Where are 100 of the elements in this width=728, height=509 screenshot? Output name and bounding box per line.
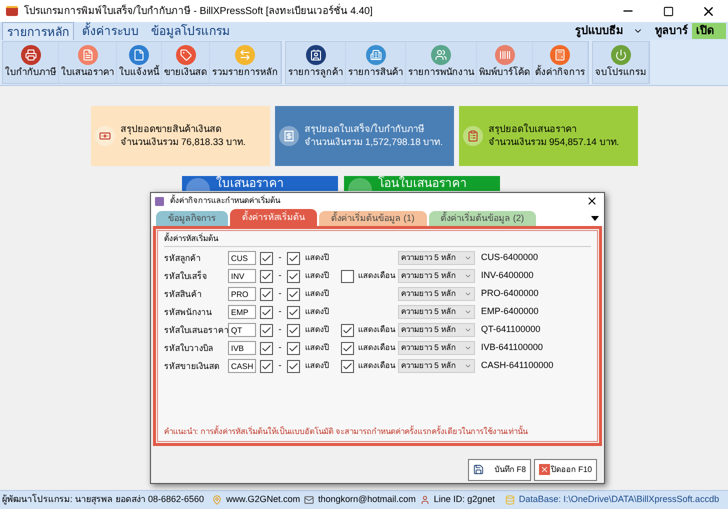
checkbox[interactable] [287,306,300,318]
caret-icon [464,344,472,352]
theme-dropdown[interactable]: รูปแบบธีม [575,22,643,40]
field-label: รหัสใบวางบิล [164,342,214,354]
toolbar-button[interactable]: พิมพ์บาร์โค้ด [477,42,533,83]
close-button[interactable]: ปิดออก F10 [534,458,597,480]
code-preview: INV-6400000 [481,269,534,282]
dropdown-arrow-icon[interactable] [591,216,599,221]
dialog-title: ตั้งค่ากิจการและกำหนดค่าเริ่มต้น [170,195,282,207]
toolbar-label: ทูลบาร์ [655,23,688,40]
checkbox[interactable] [287,270,300,282]
shortcut-card[interactable]: ใบเสนอราคา [182,176,338,191]
card-icon [462,126,482,146]
checkbox[interactable] [287,360,300,372]
checkbox[interactable] [341,270,354,282]
length-dropdown[interactable]: ความยาว 5 หลัก [398,287,475,301]
website-text: www.G2GNet.com [226,493,300,506]
save-button[interactable]: บันทึก F8 [468,458,531,480]
length-dropdown[interactable]: ความยาว 5 หลัก [398,323,475,337]
checkbox[interactable] [260,252,273,264]
field-label: รหัสลูกค้า [164,252,202,264]
dialog-tab[interactable]: ตั้งค่ารหัสเริ่มต้น [230,209,317,226]
checkbox[interactable] [260,342,273,354]
month-label: แสดงเดือน [358,342,395,354]
toolbar-button[interactable]: ใบเสนอราคา [59,42,117,83]
checkbox[interactable] [260,270,273,282]
code-preview: EMP-6400000 [481,305,539,318]
separator-text: - [278,251,282,264]
card-icon [348,178,372,191]
toolbar-button[interactable]: จบโปรแกรม [593,42,649,83]
separator-text: - [278,323,282,336]
checkbox[interactable] [260,360,273,372]
checkbox[interactable] [260,288,273,300]
toolbar-toggle[interactable]: เปิด [692,23,726,39]
toolbar-button[interactable]: รายการสินค้า [346,42,406,83]
code-preview: IVB-641100000 [481,341,543,354]
checkbox[interactable] [341,360,354,372]
mail-icon [304,495,314,505]
database-icon [504,495,515,505]
toolbar-button[interactable]: รวมรายการหลัก [210,42,281,83]
summary-card[interactable]: สรุปยอดใบเสร็จ/ใบกำกับภาษี จำนวนเงินรวม 1,572,798.18 บาท. [274,106,454,166]
developer-text: ผู้พัฒนาโปรแกรม: นายสุรพล ยอดสง่า 08-6862-6560 [2,493,204,506]
prefix-field[interactable]: EMP [228,305,256,319]
field-label: รหัสใบเสนอราคา [164,324,228,336]
dialog-icon [155,196,164,206]
toolbar-button[interactable]: ใบแจ้งหนี้ [117,42,162,83]
code-preview: CUS-6400000 [481,251,538,264]
database-path: DataBase: I:\OneDrive\DATA\BillXpressSoft.accdb [518,493,720,506]
app-icon [6,6,18,16]
length-dropdown[interactable]: ความยาว 5 หลัก [398,269,475,283]
toolbar-button[interactable]: รายการพนักงาน [406,42,477,83]
prefix-field[interactable]: CUS [228,251,256,265]
checkbox[interactable] [341,324,354,336]
year-label: แสดงปี [305,270,330,282]
month-label: แสดงเดือน [358,270,395,282]
field-label: รหัสขายเงินสด [164,360,221,372]
toolbar-button[interactable]: ขายเงินสด [162,42,210,83]
shortcut-label: ใบเสนอราคา [216,176,284,191]
summary-card[interactable]: สรุปยอดใบเสนอราคา จำนวนเงินรวม 954,857.14 บาท. [458,106,638,166]
dialog-tab[interactable]: ตั้งค่าเริ่มต้นข้อมูล (2) [428,211,536,226]
checkbox[interactable] [287,342,300,354]
checkbox[interactable] [287,288,300,300]
menu-tab[interactable]: ตั้งค่าระบบ [78,22,143,40]
checkbox[interactable] [260,306,273,318]
year-label: แสดงปี [305,360,330,372]
toolbar-button[interactable]: ใบกำกับภาษี [3,42,59,83]
prefix-field[interactable]: INV [228,269,256,283]
prefix-field[interactable]: QT [228,323,256,337]
prefix-field[interactable]: CASH [228,359,256,373]
summary-card[interactable]: สรุปยอดขายสินค้าเงินสด จำนวนเงินรวม 76,818.33 บาท. [90,106,270,166]
caret-icon [464,254,472,262]
checkbox[interactable] [287,324,300,336]
checkbox[interactable] [341,342,354,354]
prefix-field[interactable]: PRO [228,287,256,301]
length-dropdown[interactable]: ความยาว 5 หลัก [398,341,475,355]
maximize-icon[interactable] [663,6,674,16]
dialog-tab[interactable]: ข้อมูลกิจการ [156,211,228,226]
month-label: แสดงเดือน [358,324,395,336]
card-title: สรุปยอดใบเสร็จ/ใบกำกับภาษี [304,123,426,136]
length-dropdown[interactable]: ความยาว 5 หลัก [398,305,475,319]
caret-icon [464,290,472,298]
toolbar-button[interactable]: รายการลูกค้า [286,42,346,83]
pin-icon [212,495,222,505]
length-dropdown[interactable]: ความยาว 5 หลัก [398,251,475,265]
checkbox[interactable] [287,252,300,264]
menu-tab[interactable]: ข้อมูลโปรแกรม [147,22,234,40]
close-icon[interactable] [586,195,598,207]
field-label: รหัสใบเสร็จ [164,270,208,282]
person-icon [420,495,430,505]
toolbar-button[interactable]: ตั้งค่ากิจการ [533,42,588,83]
checkbox[interactable] [260,324,273,336]
length-dropdown[interactable]: ความยาว 5 หลัก [398,359,475,373]
caret-icon [464,308,472,316]
menu-tab[interactable]: รายการหลัก [2,22,74,40]
dialog-tab[interactable]: ตั้งค่าเริ่มต้นข้อมูล (1) [319,211,426,226]
separator-text: - [278,359,282,372]
shortcut-label: โอนใบเสนอราคา [378,176,467,191]
prefix-field[interactable]: IVB [228,341,256,355]
caret-icon [464,326,472,334]
line-id-text: Line ID: g2gnet [434,493,495,506]
